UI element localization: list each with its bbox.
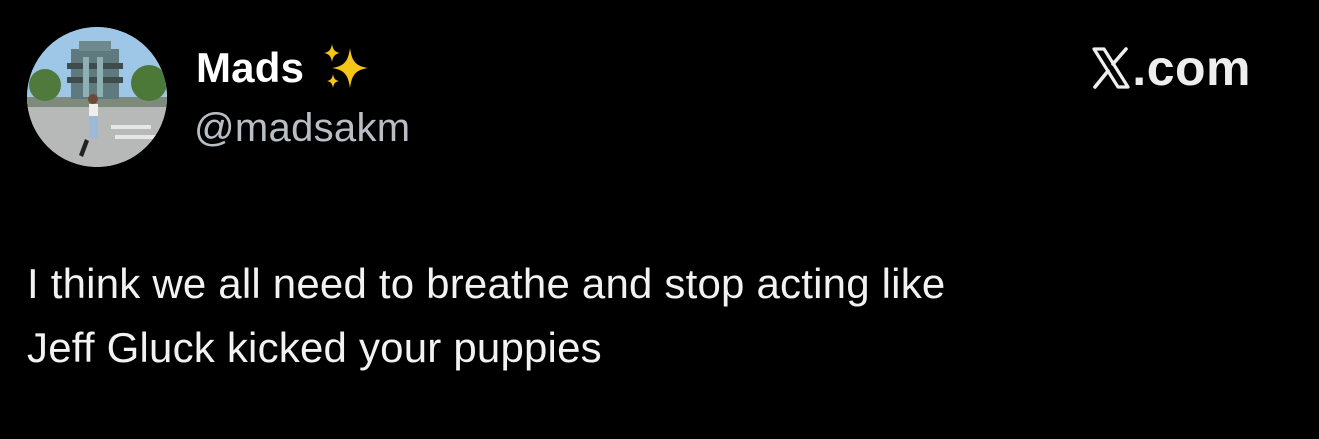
tweet-text: I think we all need to breathe and stop …: [27, 260, 946, 371]
avatar-photo: [27, 27, 167, 167]
brand-domain-text: .com: [1132, 40, 1251, 96]
avatar[interactable]: [27, 27, 167, 167]
display-name[interactable]: Mads: [196, 44, 304, 92]
author-handle[interactable]: @madsakm: [194, 106, 410, 151]
x-com-brand: .com: [1091, 40, 1251, 96]
author-name-row: Mads: [196, 42, 372, 94]
sparkles-emoji-icon: [320, 42, 372, 94]
x-logo-icon: [1092, 47, 1130, 89]
